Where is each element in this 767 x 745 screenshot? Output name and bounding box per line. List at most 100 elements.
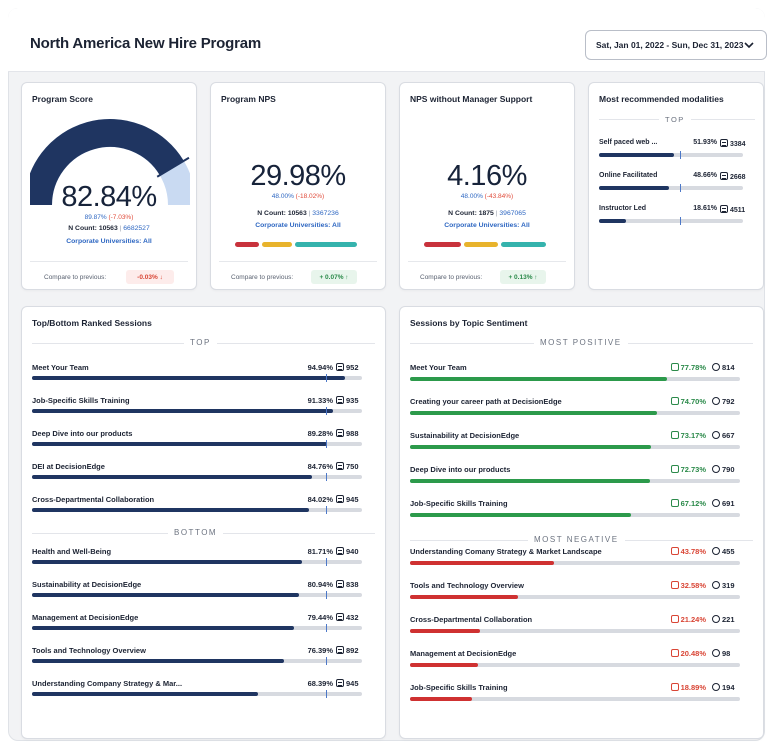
session-fill	[32, 409, 334, 413]
topic-fill	[410, 377, 667, 381]
comment-icon	[712, 615, 720, 623]
nps-n-count: N Count: 10563 | 3367236	[257, 210, 339, 217]
session-count: 935	[336, 396, 359, 405]
card-title: NPS without Manager Support	[410, 94, 533, 104]
session-icon	[336, 429, 344, 437]
session-count-value: 952	[346, 363, 359, 372]
negative-sentiment-icon	[670, 649, 679, 657]
session-track	[32, 506, 362, 514]
negative-sentiment-icon	[670, 581, 679, 589]
topic-count-value: 98	[722, 649, 731, 658]
topic-pct-value: 21.24%	[680, 615, 706, 624]
compare-badge: -0.03% ↓	[126, 270, 174, 284]
program-score-value: 82.84%	[61, 181, 157, 213]
divider	[408, 261, 566, 262]
topic-sentiment-pct: 74.70%	[650, 397, 706, 406]
topic-count-value: 691	[722, 499, 735, 508]
arrow-up-icon: ↑	[534, 273, 538, 281]
score-n-link[interactable]: 6682527	[123, 225, 149, 232]
topic-count-value: 790	[722, 465, 735, 474]
topic-sentiment-pct: 72.73%	[650, 465, 706, 474]
modality-name: Self paced web ...	[599, 139, 658, 146]
topic-track	[410, 561, 740, 565]
score-corporate-filter[interactable]: Corporate Universities: All	[22, 238, 196, 245]
compare-label: Compare to previous:	[44, 274, 107, 281]
benchmark-marker	[679, 217, 681, 225]
topic-track	[410, 595, 740, 599]
positive-sentiment-icon	[670, 363, 679, 371]
topic-name: Management at DecisionEdge	[410, 649, 517, 658]
modality-fill	[599, 186, 670, 190]
topic-pct-value: 43.78%	[680, 547, 706, 556]
session-fill	[32, 508, 310, 512]
modality-fill	[599, 219, 626, 223]
modality-count-value: 3384	[730, 141, 746, 148]
date-range-picker[interactable]: Sat, Jan 01, 2022 - Sun, Dec 31, 2023	[585, 30, 767, 60]
session-fill	[32, 626, 295, 630]
topic-fill	[410, 663, 478, 667]
modality-count: 4511	[720, 205, 745, 214]
topic-name: Deep Dive into our products	[410, 465, 511, 474]
session-fill	[32, 560, 302, 564]
session-icon	[336, 363, 344, 371]
topic-sentiment-pct: 73.17%	[650, 431, 706, 440]
session-icon	[336, 679, 344, 687]
session-name: Job-Specific Skills Training	[32, 396, 130, 405]
divider	[30, 261, 188, 262]
session-count: 945	[336, 495, 359, 504]
card-title: Top/Bottom Ranked Sessions	[32, 318, 152, 328]
topic-pct-value: 73.17%	[680, 431, 706, 440]
comment-icon	[712, 465, 720, 473]
topic-name: Job-Specific Skills Training	[410, 683, 508, 692]
positive-sentiment-icon	[670, 465, 679, 473]
nps-no-manager-previous: 48.00% (-43.84%)	[460, 193, 514, 200]
nps-no-manager-corporate-filter[interactable]: Corporate Universities: All	[400, 222, 574, 229]
topic-comment-count: 194	[712, 683, 735, 692]
topic-fill	[410, 445, 652, 449]
topic-sentiment-pct: 18.89%	[650, 683, 706, 692]
topic-name: Sustainability at DecisionEdge	[410, 431, 520, 440]
session-pct: 94.94%	[307, 363, 333, 372]
nps-n-link[interactable]: 3367236	[312, 210, 338, 217]
benchmark-marker	[325, 657, 327, 665]
session-track	[32, 690, 362, 698]
compare-badge: + 0.13% ↑	[500, 270, 546, 284]
section-label-top: TOP	[659, 115, 691, 124]
session-count-value: 892	[346, 646, 359, 655]
session-icon	[720, 205, 728, 213]
benchmark-marker	[325, 624, 327, 632]
session-count: 952	[336, 363, 359, 372]
session-count-value: 750	[346, 462, 359, 471]
topic-fill	[410, 513, 632, 517]
compare-label: Compare to previous:	[420, 274, 483, 281]
topic-track	[410, 513, 740, 517]
session-pct: 81.71%	[307, 547, 333, 556]
session-icon	[720, 172, 728, 180]
topic-comment-count: 790	[712, 465, 735, 474]
comment-icon	[712, 431, 720, 439]
nps-no-manager-n-link[interactable]: 3967065	[499, 210, 525, 217]
topic-sentiment-pct: 21.24%	[650, 615, 706, 624]
benchmark-marker	[325, 690, 327, 698]
nps-passive-bar	[464, 242, 498, 247]
nps-corporate-filter[interactable]: Corporate Universities: All	[211, 222, 385, 229]
benchmark-marker	[325, 407, 327, 415]
topic-name: Meet Your Team	[410, 363, 467, 372]
session-track	[32, 440, 362, 448]
session-track	[32, 473, 362, 481]
nps-detractor-bar	[424, 242, 461, 247]
topic-sentiment-pct: 43.78%	[650, 547, 706, 556]
nps-promoter-bar	[295, 242, 357, 247]
topic-track	[410, 663, 740, 667]
modality-name: Online Facilitated	[599, 172, 658, 179]
topic-fill	[410, 629, 481, 633]
session-icon	[336, 580, 344, 588]
topic-sentiment-pct: 77.78%	[650, 363, 706, 372]
session-fill	[32, 376, 346, 380]
session-pct: 84.76%	[307, 462, 333, 471]
topic-sentiment-pct: 67.12%	[650, 499, 706, 508]
comment-icon	[712, 499, 720, 507]
session-pct: 84.02%	[307, 495, 333, 504]
session-count-value: 935	[346, 396, 359, 405]
chevron-down-icon	[744, 42, 754, 49]
